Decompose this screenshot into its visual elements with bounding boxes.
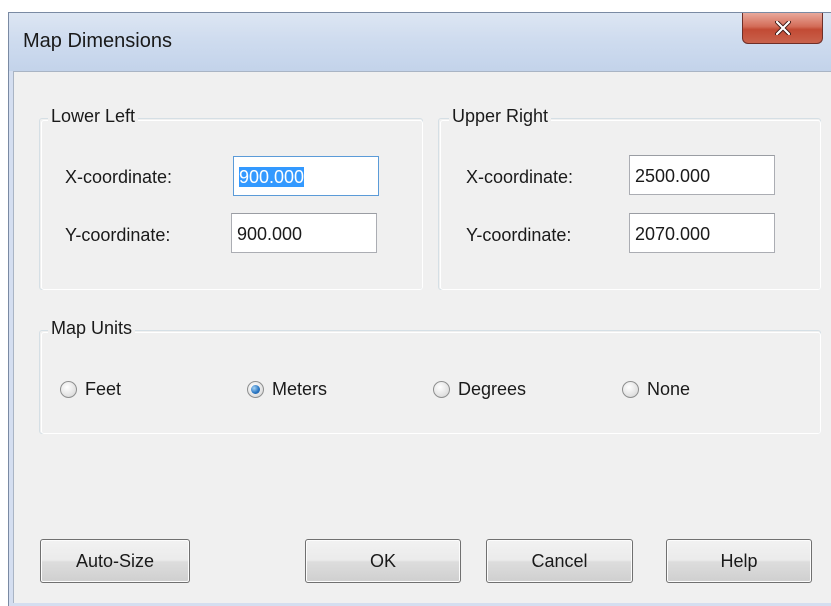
radio-none[interactable]: None	[622, 379, 690, 400]
radio-feet[interactable]: Feet	[60, 379, 121, 400]
upper-right-group-label: Upper Right	[449, 106, 552, 127]
upper-right-x-input[interactable]: 2500.000	[629, 155, 775, 195]
upper-right-x-value: 2500.000	[635, 166, 711, 186]
upper-right-y-value: 2070.000	[635, 224, 711, 244]
radio-meters-label: Meters	[272, 379, 328, 399]
radio-degrees-label: Degrees	[458, 379, 527, 399]
lower-left-x-label: X-coordinate:	[65, 167, 173, 187]
map-units-group: Map Units Feet Meters Degrees None	[39, 318, 821, 434]
radio-feet-label: Feet	[85, 379, 122, 399]
radio-none-label: None	[647, 379, 691, 399]
ok-button[interactable]: OK	[305, 539, 461, 583]
cancel-button[interactable]: Cancel	[486, 539, 633, 583]
close-x-icon	[774, 21, 791, 35]
radio-meters[interactable]: Meters	[247, 379, 327, 400]
map-units-group-label: Map Units	[48, 318, 136, 339]
upper-right-y-input[interactable]: 2070.000	[629, 213, 775, 253]
auto-size-button[interactable]: Auto-Size	[40, 539, 190, 583]
radio-selected-dot-icon	[251, 385, 260, 394]
lower-left-y-value: 900.000	[237, 224, 303, 244]
upper-right-y-label: Y-coordinate:	[466, 225, 572, 245]
lower-left-group: Lower Left X-coordinate: 900.000 Y-coord…	[39, 106, 423, 290]
radio-meters-circle	[247, 381, 264, 398]
title-bar[interactable]: Map Dimensions	[9, 13, 831, 71]
lower-left-x-value: 900.000	[239, 167, 305, 187]
radio-degrees[interactable]: Degrees	[433, 379, 526, 400]
radio-feet-circle	[60, 381, 77, 398]
radio-none-circle	[622, 381, 639, 398]
upper-right-x-label: X-coordinate:	[466, 167, 574, 187]
lower-left-y-label: Y-coordinate:	[65, 225, 171, 245]
dialog-client-area: Lower Left X-coordinate: 900.000 Y-coord…	[13, 71, 831, 603]
close-button[interactable]	[742, 13, 823, 44]
upper-right-group: Upper Right X-coordinate: 2500.000 Y-coo…	[438, 106, 821, 290]
map-dimensions-dialog: Map Dimensions Lower Left X-coordinate: …	[8, 12, 831, 606]
radio-degrees-circle	[433, 381, 450, 398]
lower-left-y-input[interactable]: 900.000	[231, 213, 377, 253]
dialog-title: Map Dimensions	[23, 30, 172, 52]
lower-left-x-input[interactable]: 900.000	[233, 156, 379, 196]
help-button[interactable]: Help	[666, 539, 812, 583]
lower-left-group-label: Lower Left	[48, 106, 139, 127]
